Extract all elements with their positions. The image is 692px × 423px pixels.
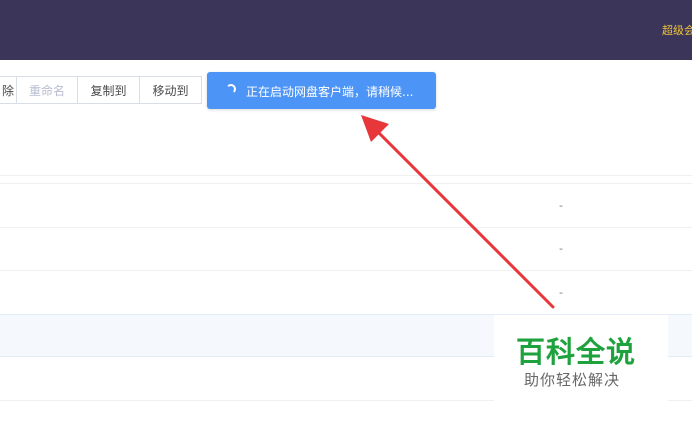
watermark-title: 百科全说	[516, 335, 637, 369]
watermark-subtitle: 助你轻松解决	[524, 371, 621, 389]
watermark-logo: 百科全说 助你轻松解决	[494, 315, 668, 423]
